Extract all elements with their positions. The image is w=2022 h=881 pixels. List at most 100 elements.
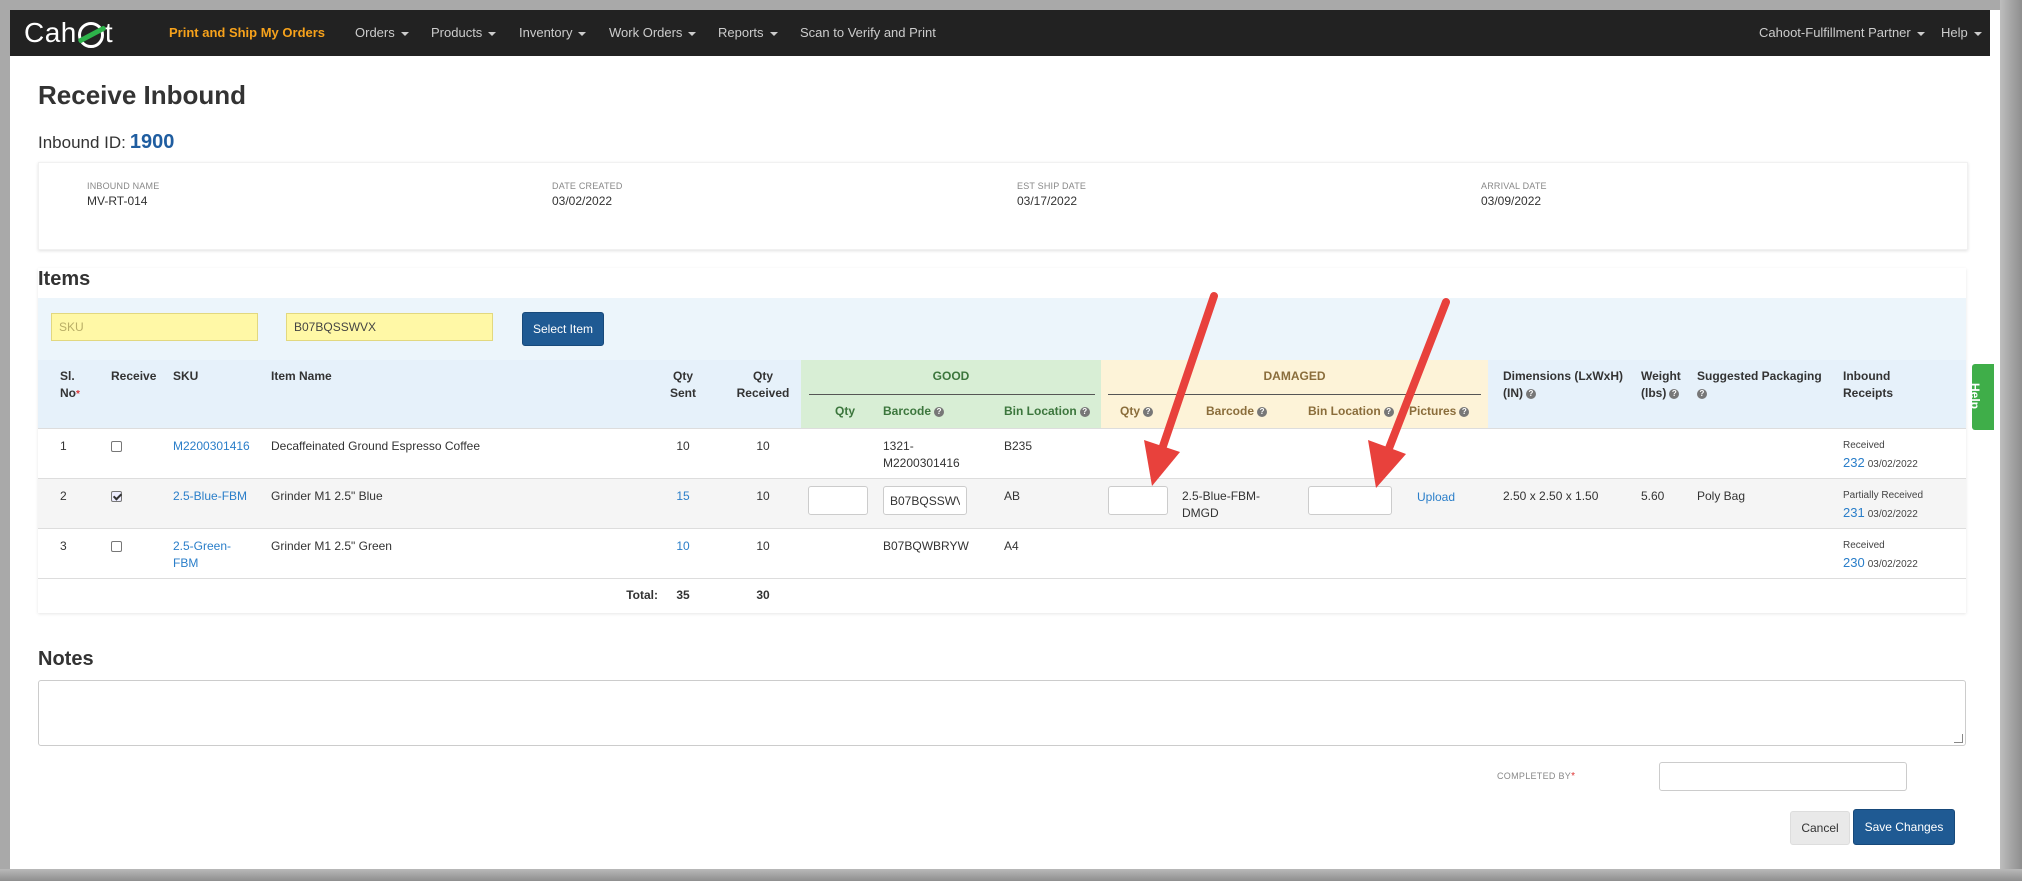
header-qty-sent: Qty Sent <box>668 368 698 402</box>
nav-orders-label: Orders <box>355 25 395 40</box>
summary-date-created: DATE CREATED 03/02/2022 <box>552 181 623 208</box>
nav-inventory[interactable]: Inventory <box>519 25 587 40</box>
sku-text: FBM <box>173 556 199 570</box>
row-inbound-receipt: Received 232 03/02/2022 <box>1843 437 1918 473</box>
row-sl-no: 3 <box>60 539 67 553</box>
logo-ring-icon <box>77 22 104 48</box>
question-icon[interactable]: ? <box>1079 406 1090 417</box>
row-qty-sent[interactable]: 15 <box>668 488 698 505</box>
chevron-down-icon <box>1973 31 1982 36</box>
header-text: Sl. <box>60 369 75 383</box>
receive-checkbox[interactable] <box>111 441 122 452</box>
nav-account[interactable]: Cahoot-Fulfillment Partner <box>1759 25 1925 40</box>
header-text: Inbound <box>1843 369 1891 383</box>
header-good-qty: Qty <box>835 404 856 418</box>
header-text: Suggested Packaging <box>1697 369 1822 383</box>
nav-scan-to-verify[interactable]: Scan to Verify and Print <box>800 25 936 40</box>
receipt-link[interactable]: 232 <box>1843 455 1865 470</box>
row-qty-sent: 10 <box>676 439 690 453</box>
summary-label: ARRIVAL DATE <box>1481 181 1547 191</box>
notes-textarea[interactable] <box>38 680 1966 746</box>
save-changes-button[interactable]: Save Changes <box>1853 809 1955 845</box>
header-text: Dimensions (LxWxH) <box>1503 369 1624 383</box>
row-sku-link[interactable]: 2.5-Blue-FBM <box>173 488 247 505</box>
header-receive: Receive <box>111 369 157 383</box>
annotation-arrow-bin-location <box>1368 298 1450 488</box>
row-sku-link[interactable]: 2.5-Green- FBM <box>173 538 231 572</box>
sku-search-input[interactable] <box>51 313 258 341</box>
header-good-barcode: Barcode? <box>883 403 945 420</box>
row-good-bin: A4 <box>1004 539 1019 553</box>
nav-reports[interactable]: Reports <box>718 25 778 40</box>
receipt-link[interactable]: 231 <box>1843 505 1865 520</box>
nav-print-and-ship[interactable]: Print and Ship My Orders <box>169 25 325 40</box>
annotation-arrow-qty <box>1144 292 1218 486</box>
question-icon[interactable]: ? <box>1669 388 1680 399</box>
summary-value: 03/17/2022 <box>1017 194 1078 208</box>
question-icon[interactable]: ? <box>1697 388 1707 399</box>
summary-label: INBOUND NAME <box>87 181 160 191</box>
row-dimensions: 2.50 x 2.50 x 1.50 <box>1503 489 1599 503</box>
header-dimensions: Dimensions (LxWxH) (IN)? <box>1503 368 1623 402</box>
row-good-barcode: B07BQWBRYW <box>883 539 969 553</box>
total-label: Total: <box>626 588 658 602</box>
header-text: Qty <box>672 369 693 383</box>
nav-work-orders-label: Work Orders <box>609 25 683 40</box>
table-row: 2 2.5-Blue-FBM Grinder M1 2.5" Blue 15 1… <box>38 478 1966 529</box>
table-row: 1 M2200301416 Decaffeinated Ground Espre… <box>38 428 1966 479</box>
receipt-link[interactable]: 230 <box>1843 555 1865 570</box>
row-sku-link[interactable]: M2200301416 <box>173 438 250 455</box>
question-icon[interactable]: ? <box>1459 406 1470 417</box>
chevron-down-icon <box>688 31 697 36</box>
barcode-text: 2.5-Blue-FBM- <box>1182 489 1261 503</box>
row-qty-received: 10 <box>756 489 770 503</box>
nav-work-orders[interactable]: Work Orders <box>609 25 697 40</box>
barcode-search-input[interactable] <box>286 313 493 341</box>
nav-orders[interactable]: Orders <box>355 25 409 40</box>
good-barcode-input[interactable] <box>883 486 967 515</box>
receive-checkbox[interactable] <box>111 491 122 502</box>
notes-heading: Notes <box>38 648 94 670</box>
receipt-date: 03/02/2022 <box>1867 509 1918 520</box>
header-text: Receipts <box>1843 386 1894 400</box>
receive-checkbox[interactable] <box>111 541 122 552</box>
summary-value: 03/09/2022 <box>1481 194 1542 208</box>
row-item-name: Grinder M1 2.5" Green <box>271 539 392 553</box>
inbound-id: Inbound ID: 1900 <box>38 131 174 154</box>
summary-value: 03/02/2022 <box>552 194 613 208</box>
good-qty-input[interactable] <box>808 486 868 515</box>
header-text: Sent <box>669 386 696 400</box>
nav-help[interactable]: Help <box>1941 25 1982 40</box>
nav-products[interactable]: Products <box>431 25 497 40</box>
row-inbound-receipt: Received 230 03/02/2022 <box>1843 537 1918 573</box>
header-good: GOOD <box>932 369 970 383</box>
damaged-qty-input[interactable] <box>1108 486 1168 515</box>
receipt-status: Received <box>1843 440 1885 451</box>
row-packaging: Poly Bag <box>1697 489 1746 503</box>
summary-value: MV-RT-014 <box>87 194 148 208</box>
header-text: (IN) <box>1503 386 1523 400</box>
good-group-divider <box>809 394 1095 395</box>
row-qty-sent[interactable]: 10 <box>668 538 698 555</box>
header-text: Barcode <box>883 404 932 418</box>
inbound-summary-card: INBOUND NAME MV-RT-014 DATE CREATED 03/0… <box>38 162 1968 250</box>
completed-by-input[interactable] <box>1659 762 1907 791</box>
help-side-tab[interactable]: Help <box>1968 364 1994 430</box>
header-good-bin: Bin Location? <box>1004 403 1090 420</box>
barcode-text: M2200301416 <box>883 456 960 470</box>
summary-est-ship-date: EST SHIP DATE 03/17/2022 <box>1017 181 1086 208</box>
cahoot-logo[interactable]: Cah t <box>24 17 113 49</box>
row-item-name: Decaffeinated Ground Espresso Coffee <box>271 439 481 453</box>
question-icon[interactable]: ? <box>1257 406 1268 417</box>
header-text: Qty <box>1120 404 1141 418</box>
cancel-button[interactable]: Cancel <box>1790 811 1850 845</box>
question-icon[interactable]: ? <box>934 406 945 417</box>
resize-handle-icon[interactable] <box>1954 734 1963 743</box>
frame-shadow-bottom <box>0 869 2022 881</box>
items-panel: Items Select Item Sl. No* Receive SKU Ite… <box>38 268 1966 613</box>
completed-by-label: COMPLETED BY* <box>1497 771 1575 782</box>
select-item-button[interactable]: Select Item <box>522 312 604 346</box>
question-icon[interactable]: ? <box>1526 388 1536 399</box>
completed-by-text: COMPLETED BY <box>1497 771 1572 781</box>
receipt-date: 03/02/2022 <box>1867 559 1918 570</box>
